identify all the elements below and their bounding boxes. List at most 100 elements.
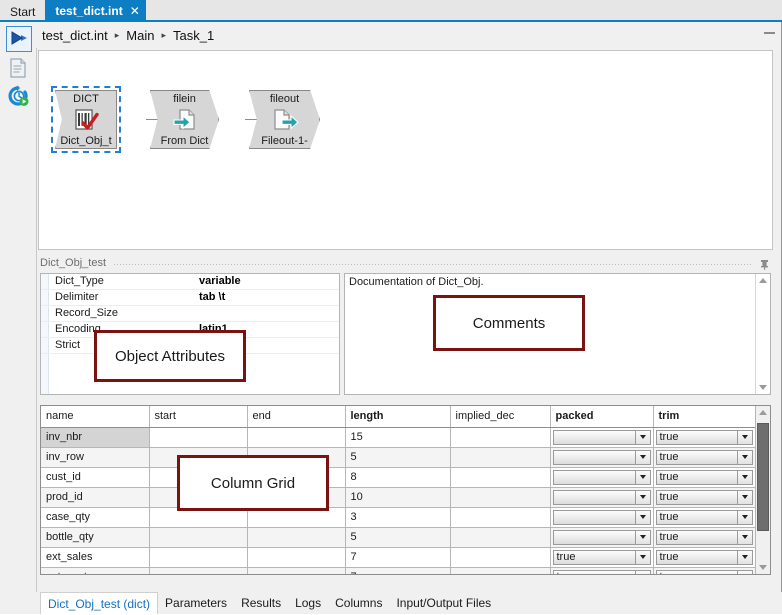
flow-diagram-canvas[interactable]: DICT Dict_Obj_t filei [38, 50, 773, 250]
trim-dropdown[interactable]: true [656, 570, 753, 576]
chevron-down-icon[interactable] [635, 431, 650, 444]
cell-trim[interactable]: true [653, 507, 755, 527]
table-row[interactable]: inv_nbr 15 true [41, 427, 755, 447]
trim-dropdown[interactable]: true [656, 470, 753, 485]
cell-name[interactable]: bottle_qty [41, 527, 149, 547]
chevron-down-icon[interactable] [737, 531, 752, 544]
chevron-down-icon[interactable] [635, 491, 650, 504]
grid-scroll-down-arrow[interactable] [759, 565, 767, 570]
cell-packed[interactable] [550, 427, 653, 447]
grid-scroll-thumb[interactable] [757, 423, 769, 531]
packed-dropdown[interactable]: true [553, 550, 651, 565]
cell-end[interactable] [247, 527, 345, 547]
cell-name[interactable]: ext_sales [41, 547, 149, 567]
cell-name[interactable]: inv_nbr [41, 427, 149, 447]
attribute-row[interactable]: Delimitertab \t [41, 290, 339, 306]
node-filein[interactable]: filein From Dict [150, 90, 219, 149]
trim-dropdown[interactable]: true [656, 530, 753, 545]
grid-scroll-up-arrow[interactable] [759, 410, 767, 415]
bottom-tab-1[interactable]: Parameters [158, 592, 234, 614]
table-row[interactable]: ext_cost7truetrue [41, 567, 755, 575]
breadcrumb-item-2[interactable]: Task_1 [173, 28, 214, 43]
cell-packed[interactable] [550, 507, 653, 527]
chevron-down-icon[interactable] [635, 451, 650, 464]
cell-start[interactable] [149, 547, 247, 567]
column-header-packed[interactable]: packed [550, 406, 653, 427]
column-header-name[interactable]: name [41, 406, 149, 427]
cell-trim[interactable]: true [653, 447, 755, 467]
chevron-down-icon[interactable] [635, 471, 650, 484]
editor-tab-0[interactable]: Start [0, 2, 45, 22]
packed-dropdown[interactable] [553, 430, 651, 445]
trim-dropdown[interactable]: true [656, 490, 753, 505]
chevron-down-icon[interactable] [737, 451, 752, 464]
breadcrumb-item-0[interactable]: test_dict.int [42, 28, 108, 43]
close-icon[interactable]: ✕ [130, 4, 140, 18]
cell-length[interactable]: 8 [345, 467, 450, 487]
column-grid-scrollbar[interactable] [755, 406, 770, 574]
packed-dropdown[interactable] [553, 530, 651, 545]
chevron-down-icon[interactable] [737, 431, 752, 444]
cell-end[interactable] [247, 547, 345, 567]
cell-start[interactable] [149, 427, 247, 447]
cell-implied_dec[interactable] [450, 567, 550, 575]
column-header-trim[interactable]: trim [653, 406, 755, 427]
chevron-down-icon[interactable] [737, 471, 752, 484]
table-row[interactable]: cust_id 8 true [41, 467, 755, 487]
cell-implied_dec[interactable] [450, 487, 550, 507]
cell-length[interactable]: 10 [345, 487, 450, 507]
scroll-up-arrow[interactable] [759, 278, 767, 283]
trim-dropdown[interactable]: true [656, 430, 753, 445]
bottom-tab-5[interactable]: Input/Output Files [389, 592, 498, 614]
node-fileout[interactable]: fileout Fileout-1- [249, 90, 320, 149]
breadcrumb-item-1[interactable]: Main [126, 28, 154, 43]
cell-name[interactable]: cust_id [41, 467, 149, 487]
cell-length[interactable]: 5 [345, 447, 450, 467]
editor-tab-1[interactable]: test_dict.int✕ [45, 0, 145, 22]
cell-implied_dec[interactable] [450, 547, 550, 567]
table-row[interactable]: ext_sales 7 true true [41, 547, 755, 567]
cell-packed[interactable]: true [550, 547, 653, 567]
chevron-down-icon[interactable] [635, 531, 650, 544]
table-row[interactable]: inv_row5true [41, 447, 755, 467]
document-icon[interactable] [6, 56, 32, 82]
bottom-tab-2[interactable]: Results [234, 592, 288, 614]
chevron-down-icon[interactable] [737, 571, 752, 576]
cell-implied_dec[interactable] [450, 467, 550, 487]
cell-start[interactable] [149, 567, 247, 575]
cell-trim[interactable]: true [653, 567, 755, 575]
cell-packed[interactable]: true [550, 567, 653, 575]
cell-implied_dec[interactable] [450, 427, 550, 447]
cell-end[interactable] [247, 427, 345, 447]
cell-packed[interactable] [550, 527, 653, 547]
packed-dropdown[interactable] [553, 510, 651, 525]
cell-start[interactable] [149, 527, 247, 547]
table-row[interactable]: prod_id10true [41, 487, 755, 507]
cell-length[interactable]: 7 [345, 547, 450, 567]
cell-trim[interactable]: true [653, 427, 755, 447]
packed-dropdown[interactable] [553, 450, 651, 465]
column-grid[interactable]: namestartendlengthimplied_decpackedtrim … [40, 405, 771, 575]
minimize-button[interactable] [764, 32, 775, 34]
packed-dropdown[interactable]: true [553, 570, 651, 576]
trim-dropdown[interactable]: true [656, 550, 753, 565]
attribute-row[interactable]: Record_Size [41, 306, 339, 322]
cell-length[interactable]: 7 [345, 567, 450, 575]
bottom-tab-3[interactable]: Logs [288, 592, 328, 614]
scroll-down-arrow[interactable] [759, 385, 767, 390]
chevron-down-icon[interactable] [635, 551, 650, 564]
bottom-tab-0[interactable]: Dict_Obj_test (dict) [40, 592, 158, 614]
run-icon[interactable] [6, 26, 32, 52]
cell-length[interactable]: 3 [345, 507, 450, 527]
cell-implied_dec[interactable] [450, 447, 550, 467]
column-header-end[interactable]: end [247, 406, 345, 427]
documentation-scrollbar[interactable] [755, 274, 770, 394]
chevron-down-icon[interactable] [737, 551, 752, 564]
packed-dropdown[interactable] [553, 490, 651, 505]
cell-length[interactable]: 15 [345, 427, 450, 447]
cell-implied_dec[interactable] [450, 507, 550, 527]
bottom-tab-4[interactable]: Columns [328, 592, 389, 614]
cell-packed[interactable] [550, 447, 653, 467]
history-icon[interactable] [6, 84, 32, 110]
cell-packed[interactable] [550, 487, 653, 507]
